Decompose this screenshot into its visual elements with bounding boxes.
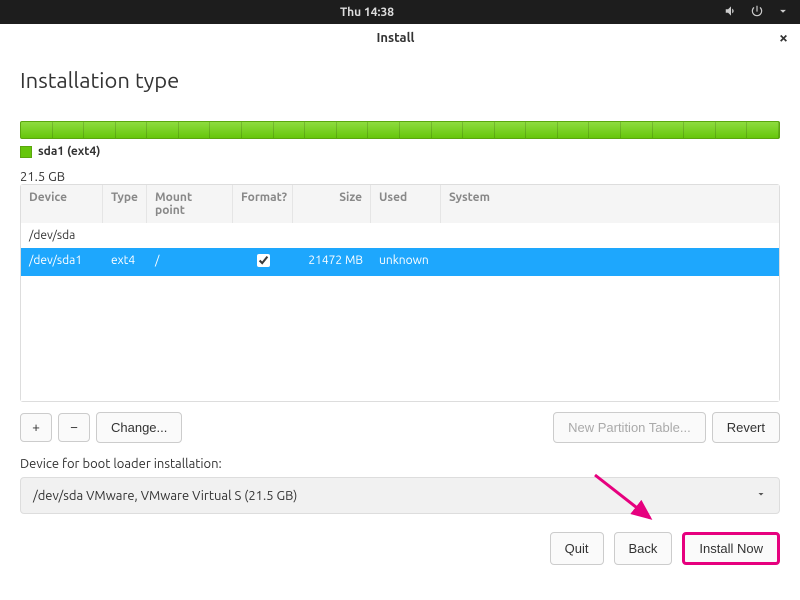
window-titlebar: Install × [0, 24, 800, 52]
col-system[interactable]: System [441, 185, 779, 223]
install-now-button[interactable]: Install Now [682, 532, 780, 565]
col-format[interactable]: Format? [233, 185, 293, 223]
clock: Thu 14:38 [10, 6, 724, 19]
cell-device: /dev/sda1 [21, 248, 103, 276]
wizard-footer: Quit Back Install Now [0, 514, 800, 583]
system-tray[interactable] [724, 4, 790, 21]
volume-icon[interactable] [724, 4, 738, 21]
col-size[interactable]: Size [293, 185, 371, 223]
quit-button[interactable]: Quit [550, 532, 604, 565]
add-partition-button[interactable]: + [20, 413, 52, 442]
col-mount[interactable]: Mount point [147, 185, 233, 223]
chevron-down-icon[interactable] [776, 4, 790, 21]
power-icon[interactable] [750, 4, 764, 21]
system-topbar: Thu 14:38 [0, 0, 800, 24]
change-partition-button[interactable]: Change... [96, 412, 182, 443]
format-checkbox[interactable] [257, 254, 270, 267]
bootloader-label: Device for boot loader installation: [20, 457, 780, 471]
cell-used: unknown [371, 248, 441, 276]
col-device[interactable]: Device [21, 185, 103, 223]
window-title: Install [12, 31, 779, 45]
back-button[interactable]: Back [614, 532, 673, 565]
cell-mount: / [147, 248, 233, 276]
cell-format[interactable] [233, 248, 293, 276]
close-icon[interactable]: × [779, 29, 788, 47]
legend-device: sda1 (ext4) [38, 145, 100, 158]
chevron-down-icon [755, 488, 767, 503]
new-partition-table-button[interactable]: New Partition Table... [553, 412, 706, 443]
partition-legend: sda1 (ext4) 21.5 GB [20, 145, 780, 184]
cell-system [441, 248, 779, 276]
table-header: Device Type Mount point Format? Size Use… [21, 185, 779, 223]
partition-toolbar: + − Change... New Partition Table... Rev… [20, 412, 780, 443]
cell-size [293, 223, 371, 248]
partition-table: Device Type Mount point Format? Size Use… [20, 184, 780, 402]
cell-size: 21472 MB [293, 248, 371, 276]
cell-type [103, 223, 147, 248]
cell-format [233, 223, 293, 248]
disk-usage-bar [20, 121, 780, 139]
bootloader-select[interactable]: /dev/sda VMware, VMware Virtual S (21.5 … [20, 477, 780, 514]
table-row[interactable]: /dev/sda [21, 223, 779, 248]
bootloader-value: /dev/sda VMware, VMware Virtual S (21.5 … [33, 489, 297, 503]
table-row[interactable]: /dev/sda1 ext4 / 21472 MB unknown [21, 248, 779, 276]
col-used[interactable]: Used [371, 185, 441, 223]
legend-swatch [20, 146, 32, 158]
col-type[interactable]: Type [103, 185, 147, 223]
table-body: /dev/sda /dev/sda1 ext4 / 21472 MB unkno… [21, 223, 779, 401]
cell-type: ext4 [103, 248, 147, 276]
page-heading: Installation type [20, 68, 780, 93]
cell-mount [147, 223, 233, 248]
remove-partition-button[interactable]: − [58, 413, 90, 442]
cell-system [441, 223, 779, 248]
revert-button[interactable]: Revert [712, 412, 780, 443]
cell-device: /dev/sda [21, 223, 103, 248]
cell-used [371, 223, 441, 248]
legend-size: 21.5 GB [20, 170, 65, 184]
